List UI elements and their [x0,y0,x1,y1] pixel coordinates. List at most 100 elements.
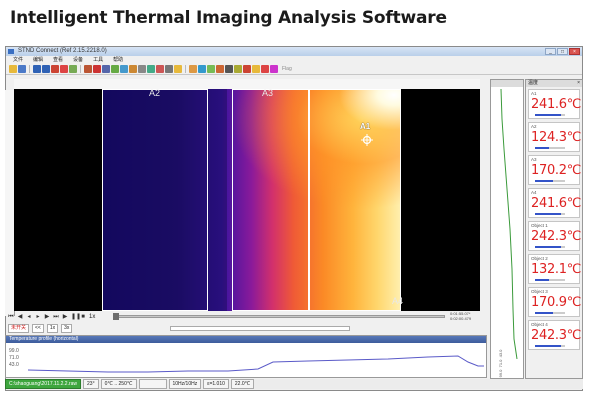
save-icon[interactable] [18,65,26,73]
export-icon[interactable] [252,65,260,73]
next-frame-icon[interactable]: ▸ [35,314,41,320]
zoom-icon[interactable] [198,65,206,73]
timeline-thumb[interactable] [113,313,119,320]
measurement-card[interactable]: Object 2 132.1℃ [528,254,582,284]
menu-help[interactable]: 帮助 [113,56,123,64]
flag-label[interactable]: Flag [282,66,292,72]
measurement-level-bar [535,147,565,149]
first-frame-icon[interactable]: ⏮ [8,314,14,320]
page-heading: Intelligent Thermal Imaging Analysis Sof… [10,8,447,28]
image-icon[interactable] [270,65,278,73]
measurement-panel-header: 温度 × [526,80,582,87]
window-titlebar: STND Connect (Ref 2.15.2218.0) _ □ × [6,47,582,56]
forward-icon[interactable]: ▶ [44,314,50,320]
status-angle: 23° [83,379,99,389]
spot-a1-label: A1 [360,122,371,131]
toolbar: Flag [6,64,582,75]
measurement-value: 241.6℃ [531,196,582,211]
status-rate: 10Hz/10Hz [168,379,202,389]
measurement-level-bar [535,114,565,116]
measurement-label: Object 4 [531,322,548,327]
maximize-button[interactable]: □ [557,48,568,55]
camera-icon[interactable] [69,65,77,73]
region-a2[interactable] [102,89,208,311]
folder-icon[interactable] [174,65,182,73]
temperature-profile-panel: Temperature profile (horizontal) 99.0 71… [5,335,487,378]
speed-down-button[interactable]: << [32,324,44,333]
speed-button[interactable]: 1x [46,324,59,333]
menu-file[interactable]: 文件 [13,56,23,64]
region-icon[interactable] [93,65,101,73]
line-icon[interactable] [111,65,119,73]
thermal-image-view[interactable]: A2 A3 A4 A1 [14,89,480,311]
fit-icon[interactable] [207,65,215,73]
profile-tick: 43.0 [9,362,19,368]
rotate-icon[interactable] [225,65,233,73]
report-icon[interactable] [243,65,251,73]
prev-frame-icon[interactable]: ◂ [26,314,32,320]
window-title: STND Connect (Ref 2.15.2218.0) [18,48,107,54]
measurement-label: Object 3 [531,289,548,294]
measurement-level-fill [535,246,561,248]
spot-a1-crosshair-icon[interactable] [361,134,373,146]
rewind-icon[interactable]: ◀ [17,314,23,320]
measurement-card[interactable]: A4 241.6℃ [528,188,582,218]
measurement-value: 132.1℃ [531,262,582,277]
stop-button-icon[interactable]: ■ [80,314,86,320]
measurement-level-fill [535,180,553,182]
playback-bar: ⏮ ◀ ◂ ▸ ▶ ⏭ ▶ ❚❚ ■ 1x 0:01:55.07* 0:02:0… [5,311,487,321]
record-icon[interactable] [51,65,59,73]
measurement-value: 170.9℃ [531,295,582,310]
speed-3x-button[interactable]: 3x [61,324,73,333]
measure-icon[interactable] [165,65,173,73]
open-icon[interactable] [9,65,17,73]
close-button[interactable]: × [569,48,580,55]
measurement-card[interactable]: Object 1 242.3℃ [528,221,582,251]
menu-device[interactable]: 设备 [73,56,83,64]
region-a4[interactable] [309,89,401,311]
region-a4-label: A4 [392,296,404,306]
pause-button-icon[interactable]: ❚❚ [71,314,81,320]
menu-view[interactable]: 查看 [53,56,63,64]
alarm-icon[interactable] [261,65,269,73]
panel-close-icon[interactable]: × [577,80,580,87]
last-frame-icon[interactable]: ⏭ [53,314,59,320]
measurement-level-fill [535,147,549,149]
histogram-icon[interactable] [156,65,164,73]
measurement-card[interactable]: Object 4 242.3℃ [528,320,581,350]
measurement-value: 242.3℃ [531,229,582,244]
profile-title: Temperature profile (horizontal) [6,336,486,343]
point-icon[interactable] [129,65,137,73]
status-ambient: 22.0℃ [230,379,255,389]
measurement-label: Object 2 [531,256,548,261]
measurement-card[interactable]: Object 3 170.9℃ [528,287,582,317]
measurement-card[interactable]: A3 170.2℃ [528,155,581,185]
play-button-icon[interactable]: ▶ [62,314,68,320]
timeline-slider[interactable] [113,313,445,320]
measurement-value: 241.6℃ [531,97,582,112]
measurement-level-fill [535,345,561,347]
status-file-path: C:\shaoguang\2017.11.2.2.raw [5,379,82,389]
menu-edit[interactable]: 编辑 [33,56,43,64]
profile-icon[interactable] [147,65,155,73]
crop-icon[interactable] [216,65,224,73]
measurement-card[interactable]: A2 124.3℃ [528,122,581,152]
menu-tools[interactable]: 工具 [93,56,103,64]
measurement-card[interactable]: A1 241.6℃ [528,89,582,119]
chart-icon[interactable] [102,65,110,73]
palette-icon[interactable] [84,65,92,73]
measurement-level-fill [535,114,561,116]
settings-icon[interactable] [234,65,242,73]
region-a3[interactable] [232,89,309,311]
stop-icon[interactable] [60,65,68,73]
grid-icon[interactable] [138,65,146,73]
minimize-button[interactable]: _ [545,48,556,55]
play-icon[interactable] [33,65,41,73]
mode-toggle[interactable]: 未开关 [8,324,30,333]
shape-icon[interactable] [120,65,128,73]
profile-tick: 99.0 [9,348,19,354]
pause-icon[interactable] [42,65,50,73]
hand-icon[interactable] [189,65,197,73]
profile-curve [28,355,484,373]
region-a2-label: A2 [149,89,161,98]
